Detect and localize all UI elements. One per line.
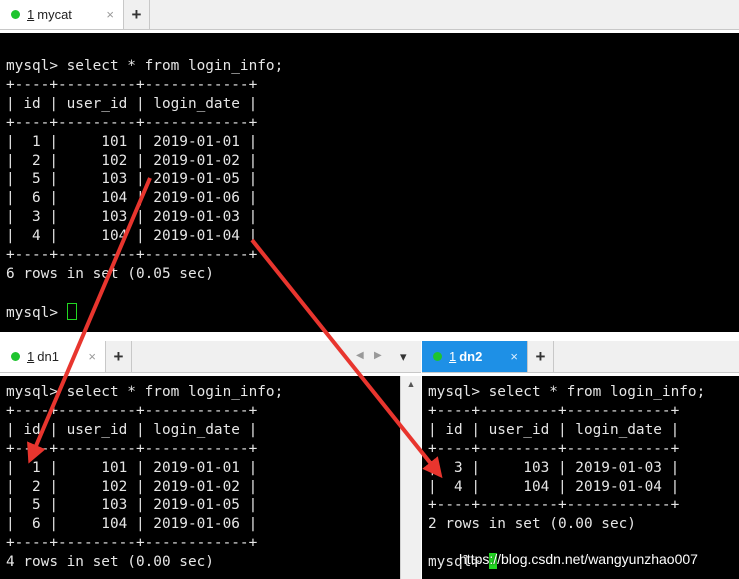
- watermark: https://blog.csdn.net/wangyunzhao007: [459, 551, 698, 567]
- arrow-to-dn2: [250, 238, 443, 479]
- arrow-to-dn1: [27, 177, 152, 464]
- annotation-arrows: [27, 177, 443, 479]
